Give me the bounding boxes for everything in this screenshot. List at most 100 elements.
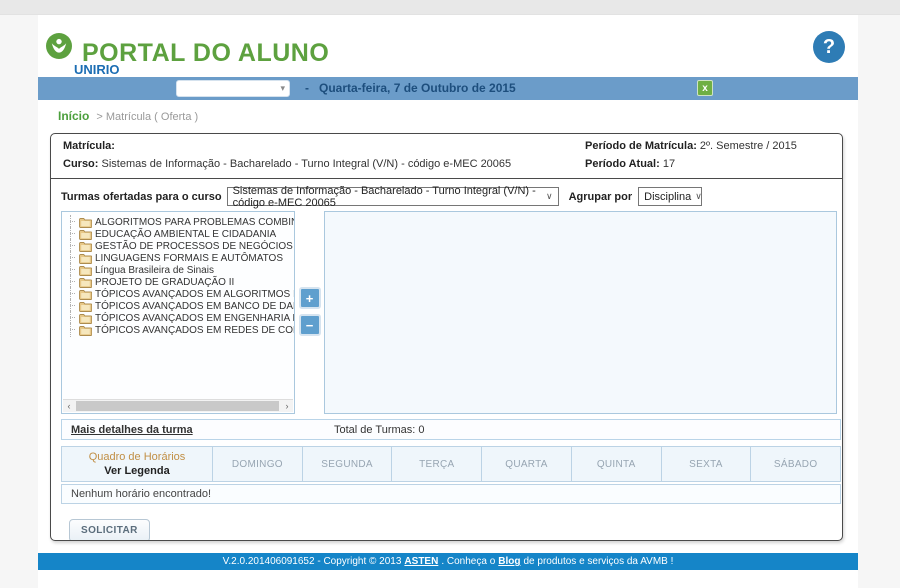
group-by-value: Disciplina bbox=[644, 191, 691, 203]
weekday-headers: DOMINGO SEGUNDA TERÇA QUARTA QUINTA SEXT… bbox=[213, 446, 841, 482]
asten-link[interactable]: ASTEN bbox=[404, 556, 438, 567]
tree-branch-icon bbox=[67, 252, 78, 264]
help-button[interactable]: ? bbox=[813, 31, 845, 63]
tree-item-label: GESTÃO DE PROCESSOS DE NEGÓCIOS bbox=[95, 241, 293, 252]
date-separator: - bbox=[305, 81, 309, 95]
remove-class-button[interactable]: − bbox=[299, 314, 321, 336]
course-select-value: Sistemas de Informação - Bacharelado - T… bbox=[233, 185, 542, 209]
folder-icon bbox=[79, 253, 92, 264]
weekday-header-cell: DOMINGO bbox=[212, 446, 303, 482]
blog-link[interactable]: Blog bbox=[498, 556, 520, 567]
footer-middle-text: . Conheça o bbox=[441, 556, 495, 567]
footer-version-text: V.2.0.201406091652 - Copyright © 2013 bbox=[223, 556, 402, 567]
header: PORTAL DO ALUNO UNIRIO ? bbox=[38, 15, 858, 77]
tree-item-label: PROJETO DE GRADUAÇÃO II bbox=[95, 277, 234, 288]
folder-icon bbox=[79, 325, 92, 336]
tree-branch-icon bbox=[67, 276, 78, 288]
tree-item-label: TÓPICOS AVANÇADOS EM ENGENHARIA DE SOFTW… bbox=[95, 313, 295, 324]
tree-item[interactable]: GESTÃO DE PROCESSOS DE NEGÓCIOS bbox=[67, 240, 294, 252]
folder-icon bbox=[79, 229, 92, 240]
portal-logo-icon bbox=[46, 33, 72, 59]
total-classes: Total de Turmas: 0 bbox=[334, 424, 425, 436]
tree-item-label: TÓPICOS AVANÇADOS EM REDES DE COMPUTADOR… bbox=[95, 325, 295, 336]
group-by-label: Agrupar por bbox=[569, 191, 633, 203]
infobar-select[interactable]: ▾ bbox=[176, 80, 290, 97]
details-bar: Mais detalhes da turma Total de Turmas: … bbox=[61, 419, 841, 440]
horizontal-scrollbar[interactable]: ‹ › bbox=[63, 399, 293, 412]
tree-branch-icon bbox=[67, 300, 78, 312]
chevron-down-icon: ∨ bbox=[695, 191, 702, 202]
enrollment-panel: Matrícula: Curso: Sistemas de Informação… bbox=[50, 133, 843, 541]
folder-icon bbox=[79, 265, 92, 276]
schedule-header-row: Quadro de Horários Ver Legenda DOMINGO S… bbox=[61, 446, 841, 482]
footer: V.2.0.201406091652 - Copyright © 2013AST… bbox=[38, 553, 858, 570]
breadcrumb-current: > Matrícula ( Oferta ) bbox=[96, 111, 198, 123]
scrollbar-thumb[interactable] bbox=[76, 401, 279, 411]
page-container: PORTAL DO ALUNO UNIRIO ? ▾ - Quarta-feir… bbox=[38, 15, 858, 588]
tree-branch-icon bbox=[67, 228, 78, 240]
tree-branch-icon bbox=[67, 240, 78, 252]
chevron-down-icon: ∨ bbox=[546, 191, 553, 202]
offers-filter-row: Turmas ofertadas para o curso Sistemas d… bbox=[61, 186, 837, 207]
tree-item-label: LINGUAGENS FORMAIS E AUTÔMATOS bbox=[95, 253, 283, 264]
tree-item[interactable]: TÓPICOS AVANÇADOS EM BANCO DE DADOS II bbox=[67, 300, 294, 312]
periodo-matricula-value: 2º. Semestre / 2015 bbox=[700, 140, 797, 152]
periodo-matricula-label: Período de Matrícula: bbox=[585, 140, 697, 152]
tree-item[interactable]: TÓPICOS AVANÇADOS EM ENGENHARIA DE SOFTW… bbox=[67, 312, 294, 324]
tree-branch-icon bbox=[67, 264, 78, 276]
close-icon: x bbox=[702, 83, 708, 94]
tree-item[interactable]: TÓPICOS AVANÇADOS EM ALGORITMOS I bbox=[67, 288, 294, 300]
tree-item-label: TÓPICOS AVANÇADOS EM BANCO DE DADOS II bbox=[95, 301, 295, 312]
course-select[interactable]: Sistemas de Informação - Bacharelado - T… bbox=[227, 187, 559, 206]
transfer-buttons: + − bbox=[295, 211, 324, 414]
tree-item[interactable]: LINGUAGENS FORMAIS E AUTÔMATOS bbox=[67, 252, 294, 264]
chevron-down-icon: ▾ bbox=[280, 83, 285, 94]
periodo-atual-value: 17 bbox=[663, 158, 675, 170]
close-button[interactable]: x bbox=[697, 80, 713, 96]
tree-item[interactable]: TÓPICOS AVANÇADOS EM REDES DE COMPUTADOR… bbox=[67, 324, 294, 336]
weekday-header-cell: SEGUNDA bbox=[302, 446, 393, 482]
tree-item-label: ALGORITMOS PARA PROBLEMAS COMBINATÓRIOS bbox=[95, 217, 295, 228]
curso-value: Sistemas de Informação - Bacharelado - T… bbox=[102, 158, 512, 170]
add-class-button[interactable]: + bbox=[299, 287, 321, 309]
group-by-select[interactable]: Disciplina ∨ bbox=[638, 187, 702, 206]
tree-item-label: EDUCAÇÃO AMBIENTAL E CIDADANIA bbox=[95, 229, 276, 240]
weekday-header-cell: SÁBADO bbox=[750, 446, 841, 482]
total-classes-value: 0 bbox=[418, 424, 424, 436]
schedule-table: Quadro de Horários Ver Legenda DOMINGO S… bbox=[61, 446, 841, 504]
selected-classes-panel[interactable] bbox=[324, 211, 837, 414]
tree-item[interactable]: PROJETO DE GRADUAÇÃO II bbox=[67, 276, 294, 288]
schedule-title-cell: Quadro de Horários Ver Legenda bbox=[61, 446, 213, 482]
offers-section: Turmas ofertadas para o curso Sistemas d… bbox=[51, 179, 842, 541]
tree-branch-icon bbox=[67, 324, 78, 336]
view-legend-link[interactable]: Ver Legenda bbox=[104, 465, 169, 477]
schedule-empty-message: Nenhum horário encontrado! bbox=[61, 484, 841, 504]
matricula-label: Matrícula: bbox=[63, 140, 115, 152]
breadcrumb-home-link[interactable]: Início bbox=[58, 109, 89, 123]
class-selection-panels: ALGORITMOS PARA PROBLEMAS COMBINATÓRIOS bbox=[61, 211, 837, 414]
scroll-right-icon[interactable]: › bbox=[281, 400, 293, 412]
folder-icon bbox=[79, 301, 92, 312]
tree-branch-icon bbox=[67, 288, 78, 300]
tree-branch-icon bbox=[67, 312, 78, 324]
tree-item-label: Língua Brasileira de Sinais bbox=[95, 265, 214, 276]
total-classes-label: Total de Turmas: bbox=[334, 424, 415, 436]
scroll-left-icon[interactable]: ‹ bbox=[63, 400, 75, 412]
tree-branch-icon bbox=[67, 216, 78, 228]
question-mark-icon: ? bbox=[823, 36, 835, 59]
weekday-header-cell: QUINTA bbox=[571, 446, 662, 482]
tree-item-label: TÓPICOS AVANÇADOS EM ALGORITMOS I bbox=[95, 289, 295, 300]
tree-item[interactable]: EDUCAÇÃO AMBIENTAL E CIDADANIA bbox=[67, 228, 294, 240]
periodo-matricula-row: Período de Matrícula: 2º. Semestre / 201… bbox=[585, 140, 797, 152]
folder-icon bbox=[79, 289, 92, 300]
tree-item[interactable]: ALGORITMOS PARA PROBLEMAS COMBINATÓRIOS bbox=[67, 216, 294, 228]
breadcrumb: Início > Matrícula ( Oferta ) bbox=[58, 109, 858, 124]
tree-item[interactable]: Língua Brasileira de Sinais bbox=[67, 264, 294, 276]
solicitar-button[interactable]: SOLICITAR bbox=[69, 519, 150, 541]
class-details-link[interactable]: Mais detalhes da turma bbox=[71, 424, 193, 436]
info-bar: ▾ - Quarta-feira, 7 de Outubro de 2015 x bbox=[38, 77, 858, 100]
institution-name: UNIRIO bbox=[74, 62, 120, 77]
periodo-atual-row: Período Atual: 17 bbox=[585, 158, 797, 170]
weekday-header-cell: SEXTA bbox=[661, 446, 752, 482]
folder-icon bbox=[79, 277, 92, 288]
